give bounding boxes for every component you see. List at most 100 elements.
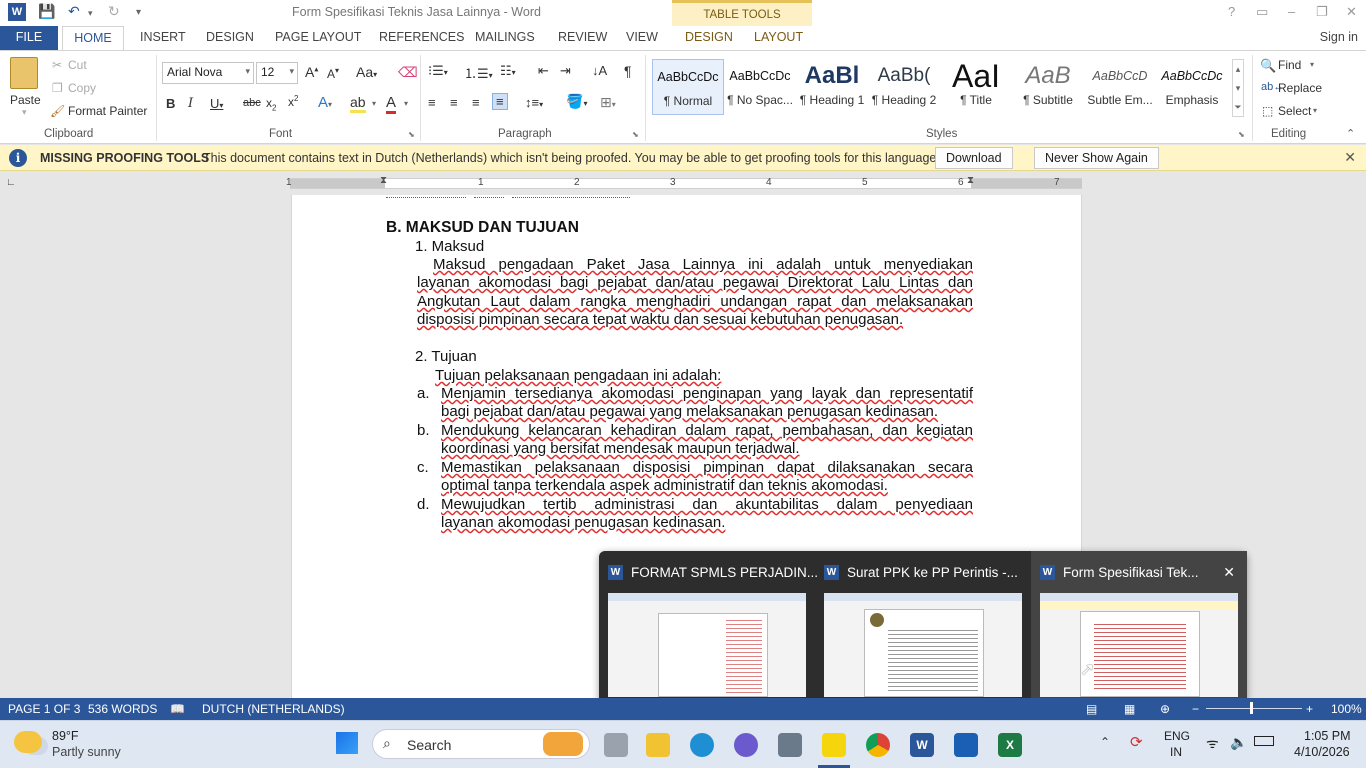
wifi-icon[interactable]: ᯤ xyxy=(1206,734,1219,753)
undo-dropdown-icon[interactable]: ▾ xyxy=(88,8,93,19)
page-count[interactable]: PAGE 1 OF 3 xyxy=(8,702,80,716)
tab-review[interactable]: REVIEW xyxy=(558,30,607,44)
decrease-indent-icon[interactable]: ⇤ xyxy=(538,63,549,79)
weather-temperature[interactable]: 89°F xyxy=(52,729,79,743)
bullets-icon[interactable]: ⁝☰▾ xyxy=(428,63,448,79)
thumbnail-window-active[interactable]: W Form Spesifikasi Tek... ✕ xyxy=(1031,551,1247,706)
ribbon-display-icon[interactable]: ▭ xyxy=(1256,4,1268,20)
tab-home[interactable]: HOME xyxy=(62,26,124,50)
tab-view[interactable]: VIEW xyxy=(626,30,658,44)
style-5[interactable]: AaB ¶ Subtitle xyxy=(1012,59,1084,115)
battery-icon[interactable] xyxy=(1254,736,1274,746)
superscript-icon[interactable]: x2 xyxy=(288,94,298,109)
zoom-in-icon[interactable]: + xyxy=(1306,702,1313,716)
right-indent-marker-icon[interactable]: ⧗ xyxy=(967,175,974,186)
camera-icon[interactable] xyxy=(778,733,802,757)
align-center-icon[interactable]: ≡ xyxy=(450,95,458,110)
save-icon[interactable]: 💾 xyxy=(38,3,55,20)
style-6[interactable]: AaBbCcD Subtle Em... xyxy=(1084,59,1156,115)
file-explorer-icon[interactable] xyxy=(646,733,670,757)
web-layout-icon[interactable]: ⊕ xyxy=(1160,702,1170,716)
font-color-icon[interactable]: A xyxy=(386,94,397,114)
restore-button[interactable]: ❐ xyxy=(1316,4,1328,20)
line-spacing-icon[interactable]: ↕≡▾ xyxy=(525,95,543,110)
collapse-ribbon-icon[interactable]: ⌃ xyxy=(1346,127,1355,140)
proofing-icon[interactable]: 📖 xyxy=(170,702,185,716)
close-icon[interactable]: ✕ xyxy=(1344,149,1356,166)
show-formatting-marks-icon[interactable]: ¶ xyxy=(624,63,632,79)
style-2[interactable]: AaBl ¶ Heading 1 xyxy=(796,59,868,115)
thumbnail-window[interactable]: W Surat PPK ke PP Perintis -... xyxy=(815,551,1031,706)
sign-in-link[interactable]: Sign in xyxy=(1320,30,1358,44)
word-taskbar-icon[interactable]: W xyxy=(910,733,934,757)
cut-button[interactable]: Cut xyxy=(68,58,87,72)
shrink-font-icon[interactable]: A▾ xyxy=(327,66,339,81)
zoom-slider-thumb[interactable] xyxy=(1250,702,1253,714)
minimize-button[interactable]: – xyxy=(1288,4,1295,19)
never-show-again-button[interactable]: Never Show Again xyxy=(1034,147,1159,169)
task-view-icon[interactable] xyxy=(604,733,628,757)
underline-icon[interactable]: U▾ xyxy=(210,96,223,111)
tab-selector-icon[interactable]: ∟ xyxy=(6,177,16,188)
italic-icon[interactable]: I xyxy=(188,96,193,111)
input-language[interactable]: ENG xyxy=(1164,729,1190,743)
style-7[interactable]: AaBbCcDc Emphasis xyxy=(1156,59,1228,115)
style-3[interactable]: AaBb(¶ Heading 2 xyxy=(868,59,940,115)
bold-icon[interactable]: B xyxy=(166,96,175,111)
volume-icon[interactable]: 🔈 xyxy=(1230,734,1247,751)
numbering-icon[interactable]: ⒈☰▾ xyxy=(464,63,493,82)
style-4[interactable]: AaI ¶ Title xyxy=(940,59,1012,115)
zoom-slider[interactable] xyxy=(1206,708,1302,709)
strikethrough-icon[interactable]: abc xyxy=(243,97,261,109)
print-layout-icon[interactable]: ▦ xyxy=(1124,702,1135,716)
copilot-icon[interactable] xyxy=(734,733,758,757)
show-hidden-icons-icon[interactable]: ⌃ xyxy=(1100,735,1110,749)
chevron-down-icon[interactable]: ▾ xyxy=(1310,60,1314,69)
chevron-down-icon[interactable]: ▾ xyxy=(1313,106,1317,115)
calculator-icon[interactable] xyxy=(954,733,978,757)
taskbar-search-box[interactable]: ⌕ Search xyxy=(372,729,590,759)
sticky-notes-icon[interactable] xyxy=(822,733,846,757)
input-region[interactable]: IN xyxy=(1170,745,1182,759)
download-button[interactable]: Download xyxy=(935,147,1013,169)
indent-marker-icon[interactable]: ⧗ xyxy=(380,175,387,186)
help-icon[interactable]: ? xyxy=(1228,4,1235,19)
language-indicator[interactable]: DUTCH (NETHERLANDS) xyxy=(202,702,345,716)
paste-button[interactable]: Paste xyxy=(10,93,41,107)
tab-file[interactable]: FILE xyxy=(0,26,58,50)
tab-table-design[interactable]: DESIGN xyxy=(685,30,733,44)
chevron-down-icon[interactable]: ▾ xyxy=(372,99,376,108)
weather-condition[interactable]: Partly sunny xyxy=(52,745,121,759)
tab-design[interactable]: DESIGN xyxy=(206,30,254,44)
close-icon[interactable]: ✕ xyxy=(1223,564,1235,581)
replace-button[interactable]: Replace xyxy=(1278,81,1322,95)
increase-indent-icon[interactable]: ⇥ xyxy=(560,63,571,79)
find-button[interactable]: Find xyxy=(1278,58,1301,72)
undo-icon[interactable]: ↶ xyxy=(68,3,80,20)
ruler-bar[interactable]: 1 1 2 3 4 5 6 7 ⧗ ⧗ xyxy=(286,175,1082,189)
customize-qat-icon[interactable]: ▾ xyxy=(136,7,141,18)
justify-icon[interactable]: ≡ xyxy=(492,93,508,110)
font-size-field[interactable]: 12 ▾ xyxy=(256,62,298,84)
tab-insert[interactable]: INSERT xyxy=(140,30,186,44)
align-left-icon[interactable]: ≡ xyxy=(428,95,436,110)
style-1[interactable]: AaBbCcDc ¶ No Spac... xyxy=(724,59,796,115)
zoom-level[interactable]: 100% xyxy=(1331,702,1362,716)
chevron-down-icon[interactable]: ▾ xyxy=(404,99,408,108)
read-mode-icon[interactable]: ▤ xyxy=(1086,702,1097,716)
chrome-icon[interactable] xyxy=(866,733,890,757)
multilevel-list-icon[interactable]: ☷▾ xyxy=(500,63,516,79)
paragraph-dialog-launcher-icon[interactable]: ⬊ xyxy=(632,130,639,139)
subscript-icon[interactable]: x2 xyxy=(266,96,276,112)
font-name-field[interactable]: Arial Nova ▾ xyxy=(162,62,254,84)
paste-icon[interactable] xyxy=(10,57,38,89)
shading-icon[interactable]: 🪣▾ xyxy=(566,93,587,110)
excel-icon[interactable]: X xyxy=(998,733,1022,757)
zoom-out-icon[interactable]: − xyxy=(1192,702,1199,716)
format-painter-button[interactable]: Format Painter xyxy=(68,104,147,118)
text-effects-icon[interactable]: A▾ xyxy=(318,94,332,111)
tab-table-layout[interactable]: LAYOUT xyxy=(754,30,803,44)
weather-icon[interactable] xyxy=(14,731,42,753)
style-0[interactable]: AaBbCcDc ¶ Normal xyxy=(652,59,724,115)
borders-icon[interactable]: ⊞▾ xyxy=(600,94,616,111)
